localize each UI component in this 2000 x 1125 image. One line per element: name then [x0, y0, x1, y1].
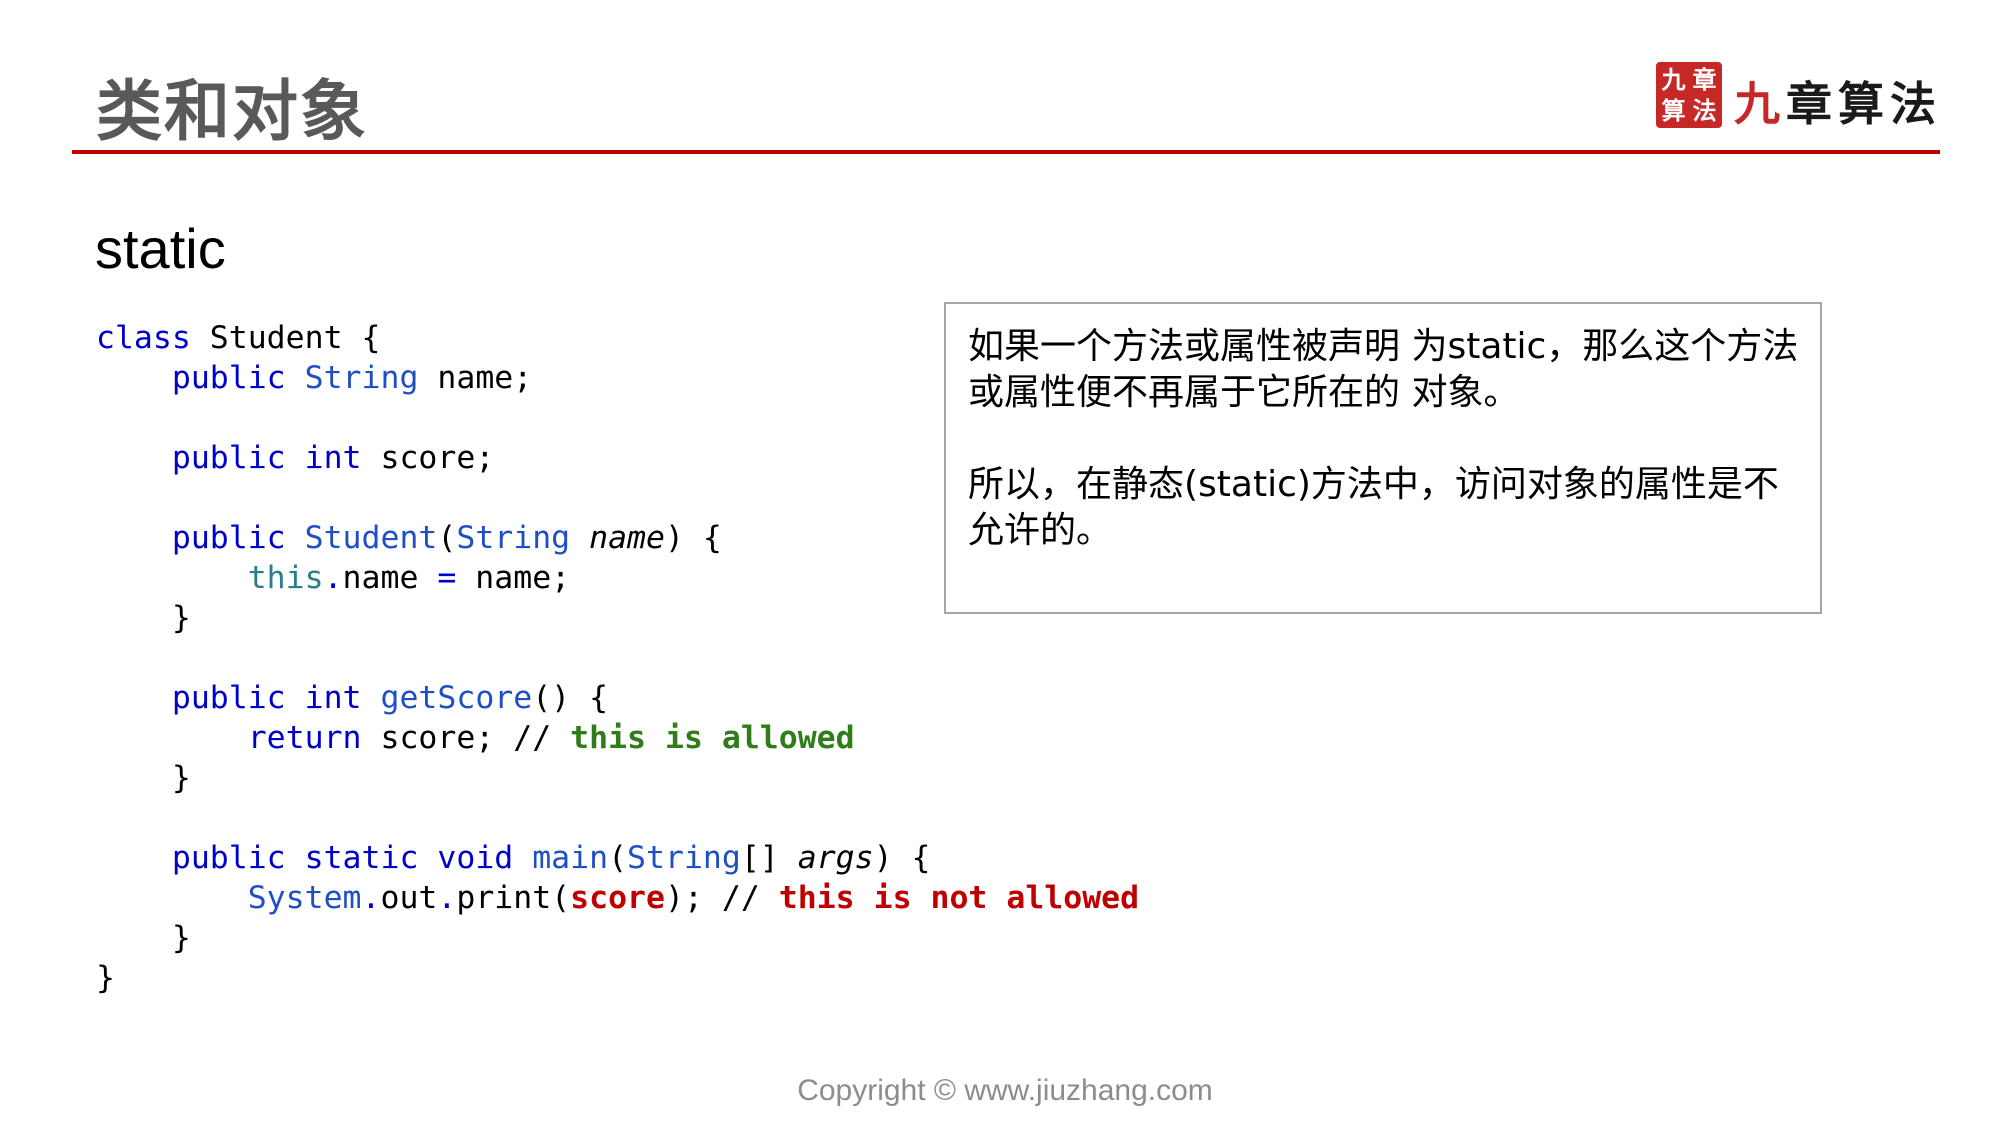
note-paragraph: 所以，在静态(static)方法中，访问对象的属性是不允许的。 — [968, 464, 1779, 551]
code-token: args — [797, 840, 874, 876]
code-token: Student { — [190, 320, 381, 356]
comment-allowed: this is allowed — [570, 720, 855, 756]
code-token: print( — [456, 880, 571, 916]
code-token: this — [247, 560, 324, 596]
code-token: ) { — [664, 520, 722, 556]
code-line: public static void main(String[] args) { — [96, 838, 1139, 878]
logo-text-rest: 章算法 — [1786, 77, 1942, 131]
code-token: out — [380, 880, 438, 916]
code-token: public — [171, 360, 286, 396]
code-token: . — [361, 880, 381, 916]
code-token: class — [96, 320, 191, 356]
code-token: ) { — [873, 840, 931, 876]
title-divider — [72, 150, 1940, 154]
code-token: () { — [532, 680, 609, 716]
code-token: ( — [608, 840, 628, 876]
code-token: int — [304, 440, 362, 476]
code-token: public — [171, 840, 286, 876]
code-token: ( — [437, 520, 457, 556]
code-token: public — [171, 680, 286, 716]
note-paragraph: 如果一个方法或属性被声明 为static，那么这个方法或属性便不再属于它所在的 … — [968, 326, 1799, 413]
code-token: } — [96, 960, 115, 996]
code-token: return — [247, 720, 362, 756]
code-token: score; — [361, 440, 495, 476]
logo-text-first: 九 — [1734, 77, 1786, 131]
logo-seal-char: 法 — [1692, 95, 1717, 125]
code-token: System — [247, 880, 362, 916]
code-token: score; // — [361, 720, 571, 756]
code-token: static — [304, 840, 419, 876]
code-token: main — [532, 840, 609, 876]
code-token: . — [323, 560, 343, 596]
logo-text: 九章算法 — [1734, 68, 1942, 134]
jiuzhang-logo: 九 章 算 法 九章算法 — [1656, 62, 1936, 134]
code-token-error: score — [570, 880, 665, 916]
code-line: System.out.print(score); // this is not … — [96, 878, 1139, 918]
logo-seal: 九 章 算 法 — [1656, 62, 1722, 128]
code-token: } — [171, 600, 191, 636]
code-token: int — [304, 680, 362, 716]
code-line: } — [96, 958, 1139, 998]
code-token: ); // — [664, 880, 779, 916]
code-token: } — [171, 920, 191, 956]
logo-seal-char: 算 — [1661, 95, 1686, 125]
section-heading: static — [95, 217, 226, 280]
code-line: } — [96, 758, 1139, 798]
code-token: name — [342, 560, 419, 596]
note-box: 如果一个方法或属性被声明 为static，那么这个方法或属性便不再属于它所在的 … — [944, 302, 1822, 614]
code-token: void — [437, 840, 514, 876]
code-token: [] — [740, 840, 798, 876]
code-token: getScore — [380, 680, 533, 716]
code-token: Student — [304, 520, 438, 556]
code-token: public — [171, 520, 286, 556]
code-token: public — [171, 440, 286, 476]
slide-title: 类和对象 — [96, 73, 368, 150]
copyright-footer: Copyright © www.jiuzhang.com — [797, 1074, 1213, 1107]
code-token: String — [304, 360, 419, 396]
logo-seal-char: 九 — [1661, 64, 1686, 94]
code-token: String — [627, 840, 741, 876]
code-token: = — [437, 560, 457, 596]
comment-not-allowed: this is not allowed — [778, 880, 1140, 916]
code-token: name; — [456, 560, 571, 596]
code-token: . — [437, 880, 457, 916]
code-line: } — [96, 918, 1139, 958]
code-token: name — [589, 520, 665, 556]
code-token: } — [171, 760, 191, 796]
code-line: return score; // this is allowed — [96, 718, 1139, 758]
code-line: public int getScore() { — [96, 678, 1139, 718]
code-token: String — [456, 520, 571, 556]
code-token: name; — [418, 360, 533, 396]
logo-seal-char: 章 — [1692, 64, 1717, 94]
